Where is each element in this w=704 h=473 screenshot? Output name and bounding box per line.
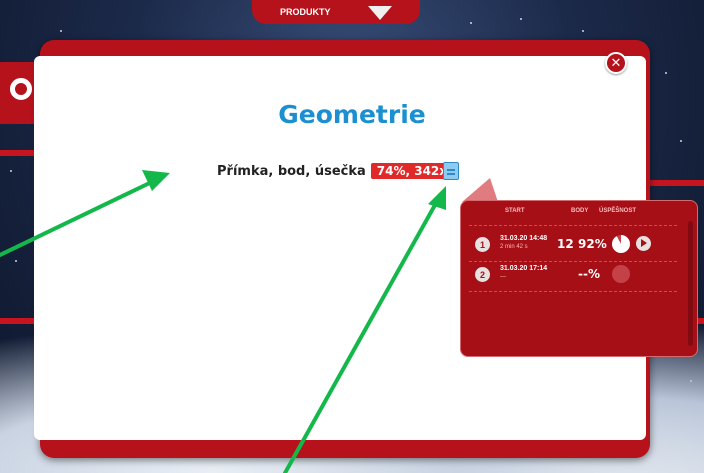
attempt-datetime: 31.03.20 17:14 (500, 265, 547, 272)
play-icon[interactable] (636, 236, 651, 251)
products-label: PRODUKTY (280, 7, 331, 17)
attempt-points: 12 (557, 237, 574, 251)
column-header-success: ÚSPĚŠNOST (599, 208, 637, 214)
page-title: Geometrie (278, 100, 426, 129)
products-tab[interactable]: PRODUKTY (252, 0, 420, 24)
column-header-start: START (505, 208, 525, 214)
attempt-number: 2 (475, 267, 490, 282)
document-icon[interactable] (443, 162, 459, 180)
attempt-duration: 2 min 42 s (500, 244, 528, 250)
success-pie-icon (612, 235, 630, 253)
attempt-success: 92% (578, 237, 607, 251)
attempts-popup: START BODY ÚSPĚŠNOST 1 31.03.20 14:48 2 … (460, 200, 698, 357)
attempt-date: 31.03.20 (500, 265, 528, 272)
side-stripe (650, 180, 704, 186)
attempt-number: 1 (475, 237, 490, 252)
attempt-time: 14:48 (529, 235, 548, 242)
popup-scrollbar[interactable] (688, 221, 693, 346)
topic-name-link[interactable]: Přímka, bod, úsečka (217, 164, 366, 179)
attempt-row[interactable]: 1 31.03.20 14:48 2 min 42 s 12 92% (475, 235, 685, 259)
column-header-points: BODY (571, 208, 589, 214)
close-icon: ✕ (610, 55, 622, 71)
close-button[interactable]: ✕ (605, 52, 627, 74)
divider (469, 225, 677, 226)
topic-row[interactable]: Přímka, bod, úsečka 74%, 342x (217, 161, 454, 181)
attempt-duration: — (500, 274, 506, 280)
divider (469, 261, 677, 262)
attempt-time: 17:14 (529, 265, 548, 272)
topic-stats-badge: 74%, 342x (370, 163, 454, 179)
divider (469, 291, 677, 292)
attempt-row[interactable]: 2 31.03.20 17:14 — --% (475, 265, 685, 289)
attempt-date: 31.03.20 (500, 235, 528, 242)
chevron-down-icon[interactable] (368, 6, 392, 20)
success-pie-icon (612, 265, 630, 283)
attempt-datetime: 31.03.20 14:48 (500, 235, 547, 242)
popup-pointer (462, 178, 498, 202)
attempt-success: --% (578, 267, 600, 281)
